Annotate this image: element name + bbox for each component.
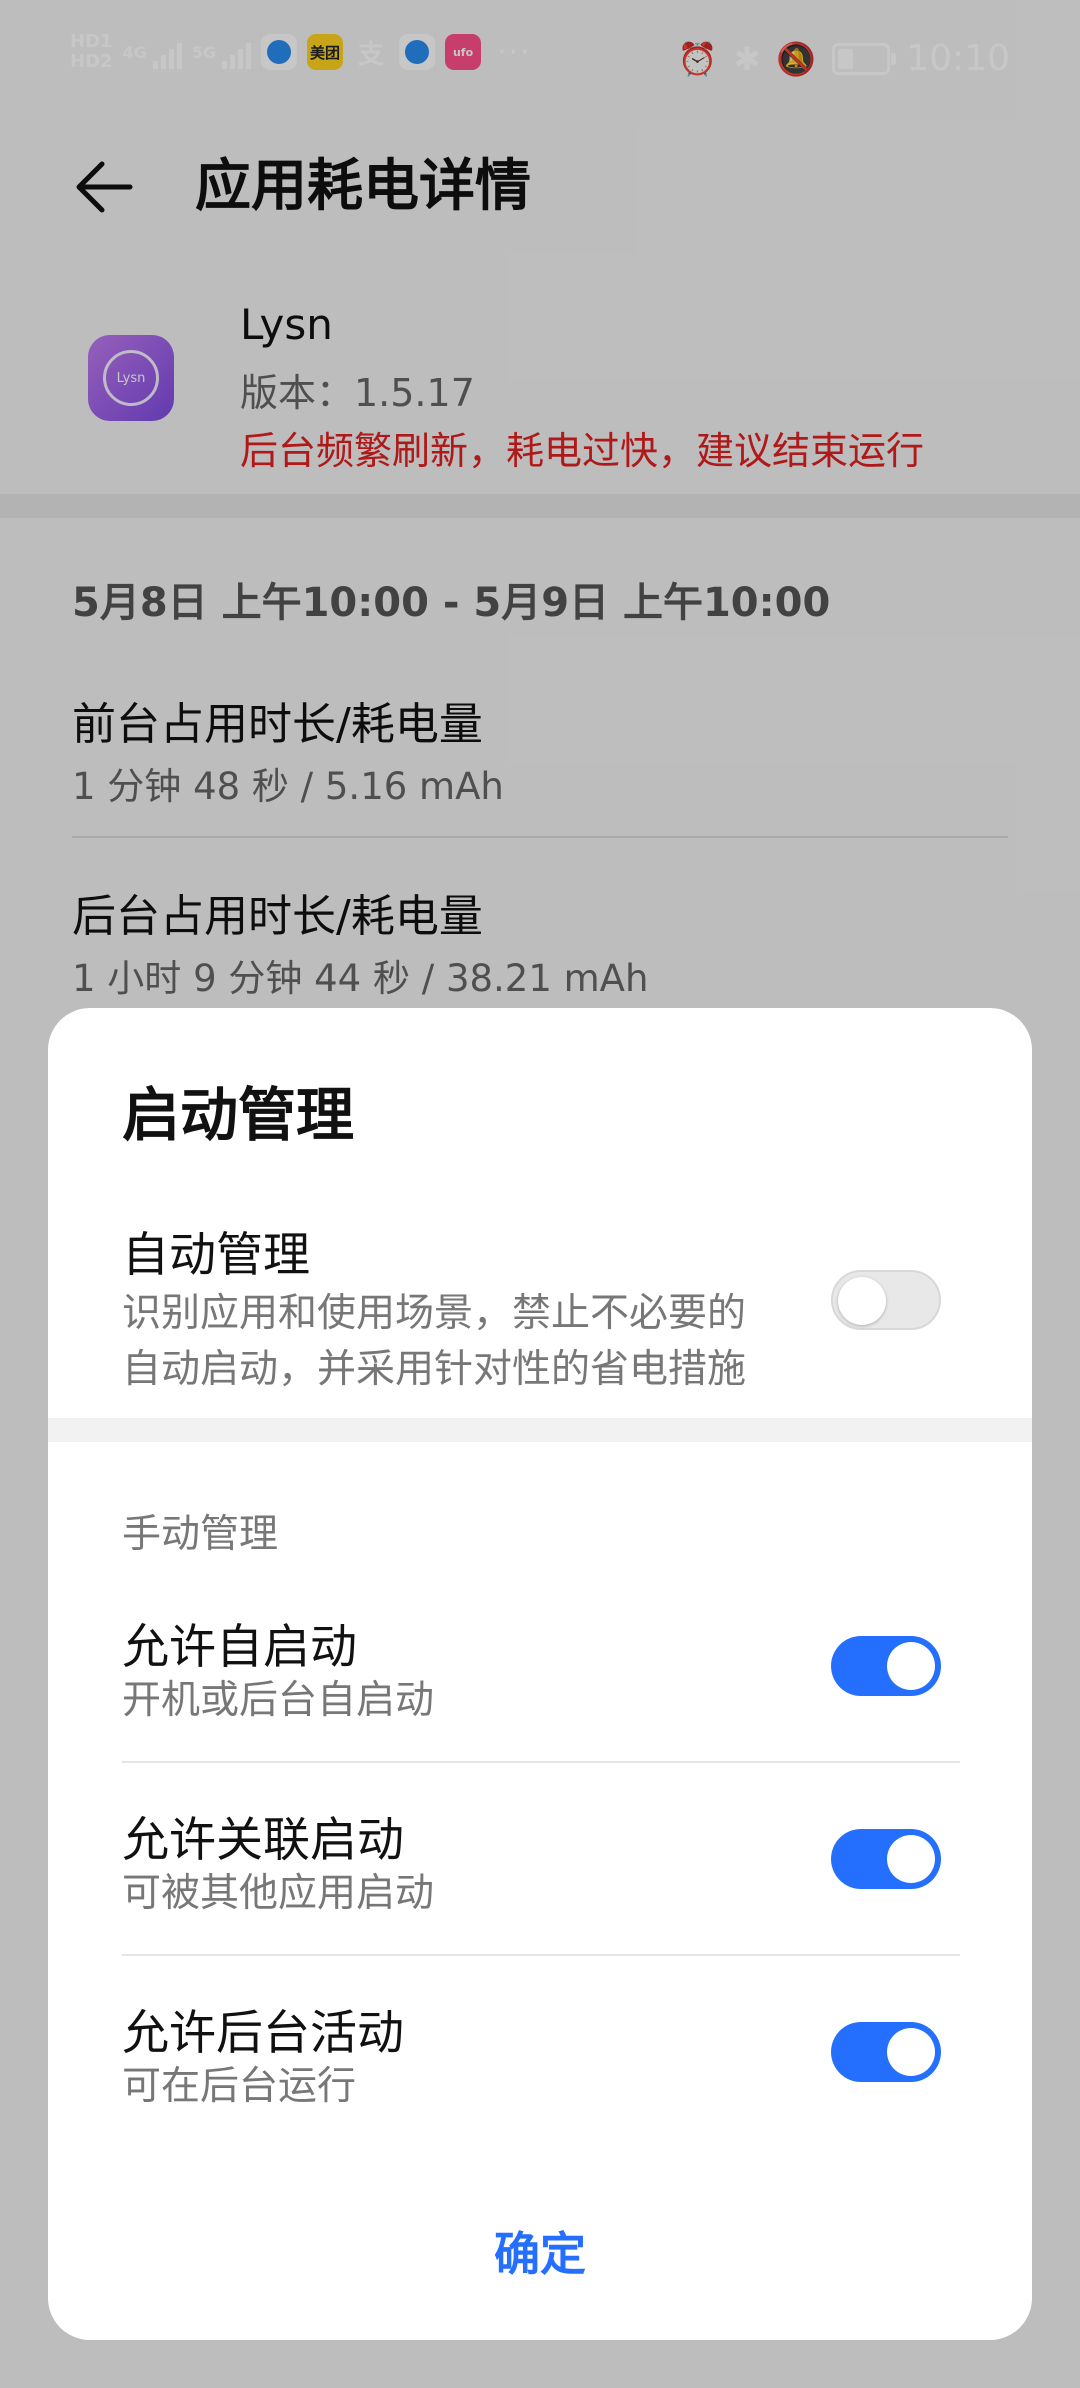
dialog-title: 启动管理 [122,1081,355,1149]
auto-management-desc-line1: 识别应用和使用场景，禁止不必要的 [122,1291,747,1336]
dialog-row-divider [122,1761,960,1763]
allow-auto-launch-title: 允许自启动 [122,1620,357,1675]
auto-management-toggle[interactable] [831,1270,941,1330]
allow-auto-launch-desc: 开机或后台自启动 [122,1678,435,1723]
auto-management-desc-line2: 自动启动，并采用针对性的省电措施 [122,1347,747,1392]
allow-associated-launch-toggle[interactable] [831,1829,941,1889]
allow-associated-launch-title: 允许关联启动 [122,1813,404,1868]
allow-associated-launch-desc: 可被其他应用启动 [122,1871,435,1916]
toggle-knob [887,1835,935,1883]
dialog-row-divider [122,1954,960,1956]
auto-management-title: 自动管理 [122,1228,310,1283]
allow-background-activity-desc: 可在后台运行 [122,2064,357,2109]
dialog-section-divider [48,1418,1032,1442]
toggle-knob [838,1277,886,1325]
toggle-knob [887,1642,935,1690]
allow-background-activity-title: 允许后台活动 [122,2006,404,2061]
launch-management-dialog: 启动管理 自动管理 识别应用和使用场景，禁止不必要的 自动启动，并采用针对性的省… [48,1008,1032,2340]
allow-auto-launch-toggle[interactable] [831,1636,941,1696]
confirm-button[interactable]: 确定 [48,2218,1032,2284]
manual-management-label: 手动管理 [122,1512,279,1557]
toggle-knob [887,2028,935,2076]
allow-background-activity-toggle[interactable] [831,2022,941,2082]
